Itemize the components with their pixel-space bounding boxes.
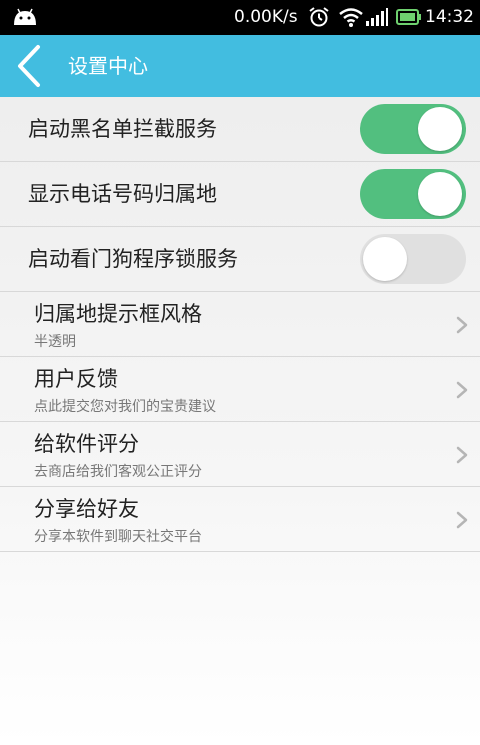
menu-item-share[interactable]: 分享给好友 分享本软件到聊天社交平台 [0,487,480,552]
menu-item-title: 用户反馈 [34,367,118,391]
toggle-knob [418,172,462,216]
chevron-right-icon [456,316,468,334]
battery-icon [396,9,421,25]
network-speed: 0.00K/s [234,7,298,27]
menu-item-title: 分享给好友 [34,497,139,521]
setting-label: 启动黑名单拦截服务 [28,117,217,141]
menu-item-location-style[interactable]: 归属地提示框风格 半透明 [0,292,480,357]
setting-row-app-lock[interactable]: 启动看门狗程序锁服务 [0,227,480,292]
chevron-right-icon [456,511,468,529]
toggle-knob [363,237,407,281]
menu-item-subtitle: 半透明 [34,334,76,350]
title-bar: 设置中心 [0,35,480,97]
menu-item-subtitle: 去商店给我们客观公正评分 [34,464,202,480]
back-arrow-icon[interactable] [14,43,44,89]
settings-list: 启动黑名单拦截服务 显示电话号码归属地 启动看门狗程序锁服务 归属地提示框风格 … [0,97,480,745]
page-title: 设置中心 [68,54,148,78]
toggle-knob [418,107,462,151]
alarm-icon [309,7,329,27]
menu-item-title: 归属地提示框风格 [34,302,202,326]
menu-item-rate-app[interactable]: 给软件评分 去商店给我们客观公正评分 [0,422,480,487]
menu-item-title: 给软件评分 [34,432,139,456]
menu-item-subtitle: 分享本软件到聊天社交平台 [34,529,202,545]
app-lock-toggle[interactable] [360,234,466,284]
setting-row-blacklist[interactable]: 启动黑名单拦截服务 [0,97,480,162]
setting-row-caller-location[interactable]: 显示电话号码归属地 [0,162,480,227]
signal-icon [366,8,388,26]
caller-location-toggle[interactable] [360,169,466,219]
chevron-right-icon [456,381,468,399]
chevron-right-icon [456,446,468,464]
menu-item-subtitle: 点此提交您对我们的宝贵建议 [34,399,216,415]
menu-item-feedback[interactable]: 用户反馈 点此提交您对我们的宝贵建议 [0,357,480,422]
wifi-icon [339,8,363,27]
setting-label: 显示电话号码归属地 [28,182,217,206]
status-bar: 0.00K/s 14:32 [0,0,480,35]
status-clock: 14:32 [425,7,474,27]
setting-label: 启动看门狗程序锁服务 [28,247,238,271]
blacklist-toggle[interactable] [360,104,466,154]
android-icon [14,8,36,25]
